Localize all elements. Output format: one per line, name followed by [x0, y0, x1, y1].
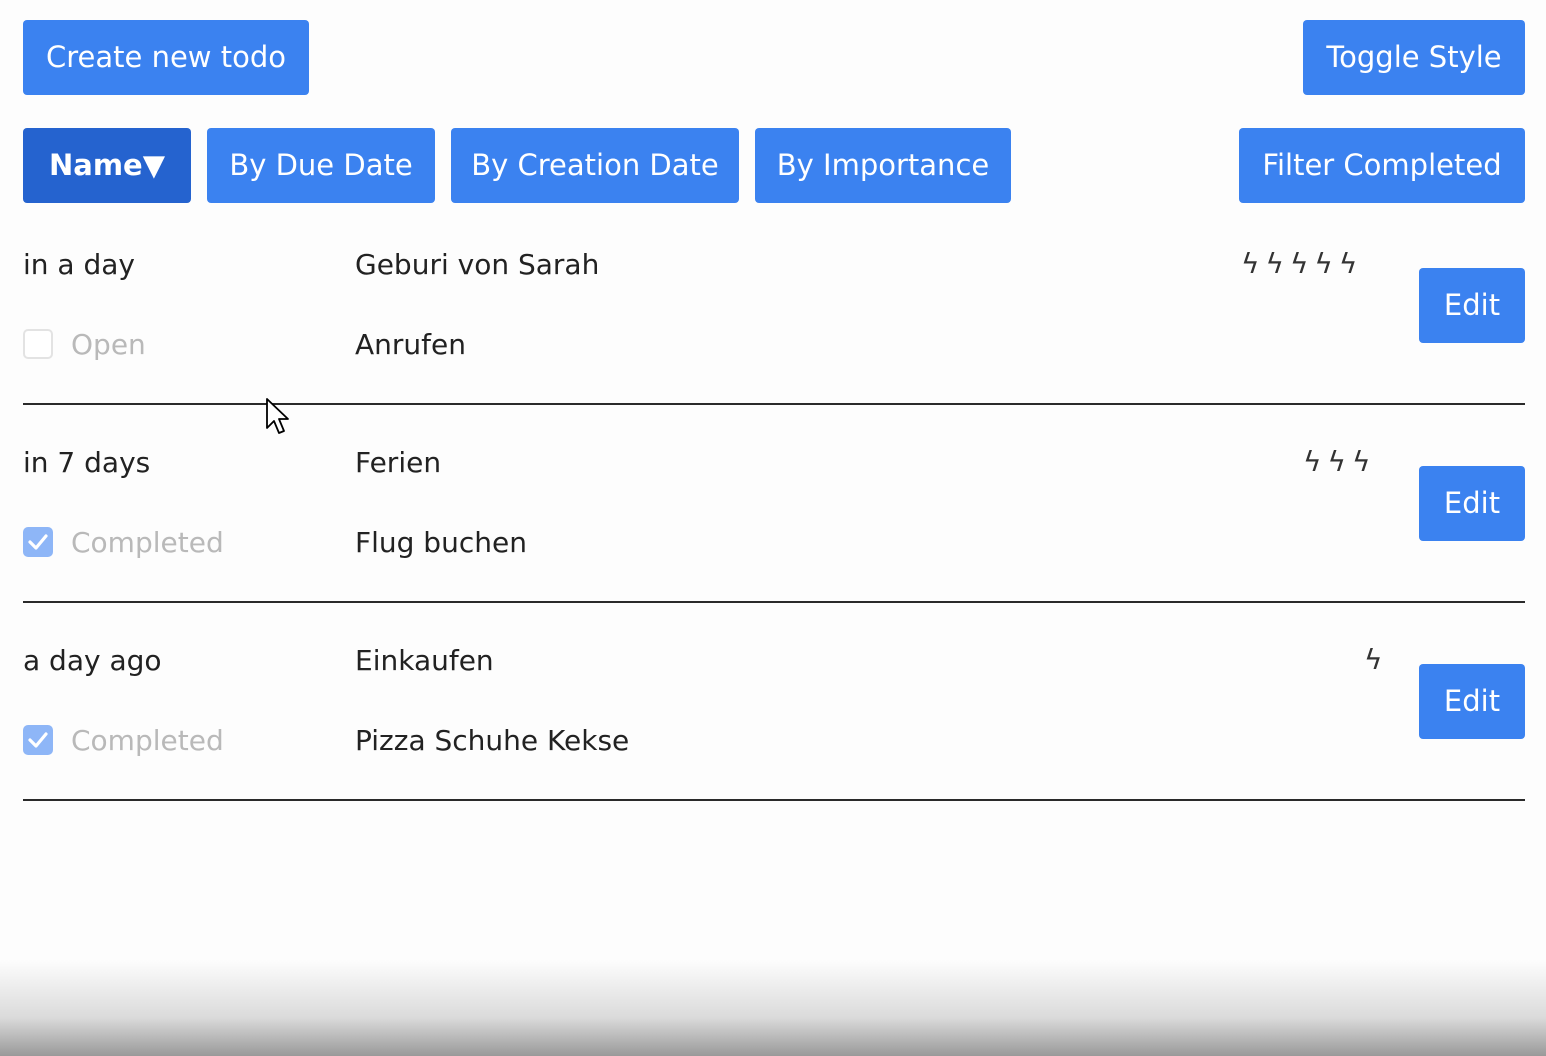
todo-status-label: Open	[71, 328, 146, 361]
todo-description: Anrufen	[355, 328, 466, 361]
todo-description: Pizza Schuhe Kekse	[355, 724, 630, 757]
importance-icons: ϟ	[1364, 643, 1389, 676]
todo-title: Geburi von Sarah	[355, 248, 600, 281]
completed-checkbox[interactable]	[23, 329, 53, 359]
sort-by-importance-button[interactable]: By Importance	[755, 128, 1011, 203]
todo-due: in 7 days	[23, 446, 151, 479]
checkmark-icon	[28, 534, 48, 550]
todo-title: Ferien	[355, 446, 442, 479]
completed-checkbox[interactable]	[23, 725, 53, 755]
sort-by-creation-date-button[interactable]: By Creation Date	[451, 128, 739, 203]
todo-due: a day ago	[23, 644, 162, 677]
create-new-todo-button[interactable]: Create new todo	[23, 20, 309, 95]
importance-icons: ϟϟϟϟϟ	[1241, 247, 1364, 280]
todo-due: in a day	[23, 248, 135, 281]
checkmark-icon	[28, 732, 48, 748]
todo-status-label: Completed	[71, 526, 224, 559]
divider	[23, 799, 1525, 801]
sort-by-due-date-button[interactable]: By Due Date	[207, 128, 435, 203]
edit-button[interactable]: Edit	[1419, 664, 1525, 739]
todo-description: Flug buchen	[355, 526, 527, 559]
toggle-style-button[interactable]: Toggle Style	[1303, 20, 1525, 95]
sort-by-name-button[interactable]: Name▼	[23, 128, 191, 203]
todo-status-label: Completed	[71, 724, 224, 757]
mouse-cursor-icon	[266, 398, 289, 434]
todo-title: Einkaufen	[355, 644, 494, 677]
divider	[23, 601, 1525, 603]
divider	[23, 403, 1525, 405]
edit-button[interactable]: Edit	[1419, 466, 1525, 541]
filter-completed-button[interactable]: Filter Completed	[1239, 128, 1525, 203]
edit-button[interactable]: Edit	[1419, 268, 1525, 343]
bottom-shadow	[0, 960, 1546, 1056]
importance-icons: ϟϟϟ	[1303, 445, 1377, 478]
completed-checkbox[interactable]	[23, 527, 53, 557]
